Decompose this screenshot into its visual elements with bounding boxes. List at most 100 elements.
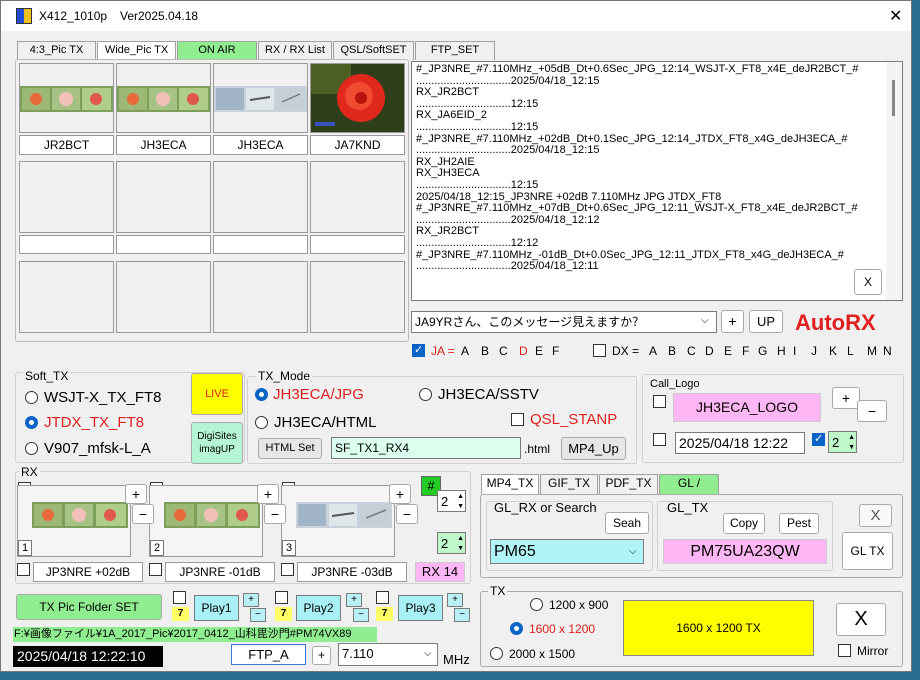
thumbnail-6[interactable] [116, 161, 211, 233]
call-logo-checkbox[interactable] [653, 395, 666, 408]
dx-filter-letter[interactable]: N [883, 344, 892, 358]
chevron-down-icon[interactable]: ⌵ [424, 648, 432, 659]
tab-4-3-pic-tx[interactable]: 4:3_Pic TX [17, 41, 96, 60]
gl-tx-field[interactable]: PM75UA23QW [663, 539, 827, 564]
rx-thumbnail-3[interactable]: 3 [281, 485, 395, 557]
thumbnail-1[interactable] [19, 63, 114, 133]
live-button[interactable]: LIVE [191, 373, 243, 415]
rx14-button[interactable]: RX 14 [415, 562, 465, 582]
tx-mode-html-radio[interactable] [255, 416, 268, 429]
tx-send-button[interactable]: 1600 x 1200 TX [623, 600, 814, 656]
dx-filter-letter[interactable]: G [758, 344, 767, 358]
gl-paste-button[interactable]: Pest [779, 513, 819, 534]
rx2-minus-button[interactable]: − [264, 504, 286, 524]
play2-minus-button[interactable]: − [353, 608, 369, 622]
thumbnail-11[interactable] [213, 261, 308, 333]
tx-mode-sstv-radio[interactable] [419, 388, 432, 401]
gl-clear-button[interactable]: X [859, 504, 892, 527]
chevron-down-icon[interactable]: ⌵ [701, 315, 709, 326]
play2-plus-button[interactable]: + [346, 593, 362, 607]
dx-filter-letter[interactable]: L [847, 344, 854, 358]
html-file-input[interactable]: SF_TX1_RX4 [331, 437, 521, 459]
close-icon[interactable]: ✕ [889, 6, 902, 26]
dx-filter-letter[interactable]: B [668, 344, 676, 358]
ja-filter-letter[interactable]: B [481, 344, 489, 358]
tab-mp4-tx[interactable]: MP4_TX [481, 474, 539, 494]
thumbnail-7[interactable] [213, 161, 308, 233]
ja-filter-letter[interactable]: A [461, 344, 469, 358]
play2-checkbox[interactable] [275, 591, 288, 604]
rx1-plus-button[interactable]: + [125, 484, 147, 504]
dx-filter-letter[interactable]: I [793, 344, 796, 358]
dx-filter-letter[interactable]: M [867, 344, 877, 358]
thumbnail-10[interactable] [116, 261, 211, 333]
tab-on-air[interactable]: ON AIR [177, 41, 257, 60]
log-clear-button[interactable]: X [854, 269, 882, 295]
frequency-select[interactable]: 7.110 [338, 643, 438, 666]
rx-spinner-1[interactable]: 2 ▲ ▼ [437, 490, 466, 512]
dx-filter-letter[interactable]: F [742, 344, 749, 358]
thumbnail-9[interactable] [19, 261, 114, 333]
spin-enable-checkbox[interactable] [812, 432, 825, 446]
rx-label-checkbox[interactable] [149, 563, 162, 576]
dx-filter-letter[interactable]: H [777, 344, 786, 358]
datetime-checkbox[interactable] [653, 433, 666, 446]
freq-plus-button[interactable]: + [312, 646, 331, 665]
gl-copy-button[interactable]: Copy [723, 513, 765, 534]
dx-filter-letter[interactable]: K [829, 344, 837, 358]
thumbnail-8[interactable] [310, 161, 405, 233]
call-logo-spinner[interactable]: 2 ▲ ▼ [828, 431, 857, 453]
tab-wide-pic-tx[interactable]: Wide_Pic TX [97, 41, 176, 60]
ja-filter-letter[interactable]: F [552, 344, 559, 358]
tx-size-radio[interactable] [510, 622, 523, 635]
tx-size-radio[interactable] [530, 598, 543, 611]
play3-checkbox[interactable] [376, 591, 389, 604]
tab-ftp-set[interactable]: FTP_SET [415, 41, 495, 60]
rx2-plus-button[interactable]: + [257, 484, 279, 504]
message-add-button[interactable]: + [721, 310, 744, 333]
message-up-button[interactable]: UP [749, 310, 783, 333]
tab-gif-tx[interactable]: GIF_TX [540, 474, 598, 494]
spin-up-icon[interactable]: ▲ [457, 534, 464, 543]
call-logo-plus-button[interactable]: + [832, 387, 860, 409]
soft-tx-radio[interactable] [25, 391, 38, 404]
spin-up-icon[interactable]: ▲ [457, 492, 464, 501]
thumbnail-5[interactable] [19, 161, 114, 233]
dx-filter-letter[interactable]: J [811, 344, 817, 358]
spin-down-icon[interactable]: ▼ [848, 443, 855, 452]
gl-search-button[interactable]: Seah [605, 512, 649, 534]
ftp-a-field[interactable]: FTP_A [231, 644, 306, 665]
tab-pdf-tx[interactable]: PDF_TX [599, 474, 658, 494]
qsl-stanp-checkbox[interactable] [511, 413, 524, 426]
scrollbar-thumb[interactable] [892, 80, 895, 116]
tx-pic-folder-set-button[interactable]: TX Pic Folder SET [16, 594, 162, 620]
rx-spinner-2[interactable]: 2 ▲ ▼ [437, 532, 466, 554]
ja-filter-letter[interactable]: D [519, 344, 528, 358]
datetime-field[interactable]: 2025/04/18 12:22 [675, 432, 805, 454]
thumbnail-4[interactable] [310, 63, 405, 133]
rx-thumbnail-1[interactable]: 1 [17, 485, 131, 557]
thumbnail-2[interactable] [116, 63, 211, 133]
digisites-imagup-button[interactable]: DigiSites imagUP [191, 422, 243, 464]
tab-rx-list[interactable]: RX / RX List [258, 41, 332, 60]
chevron-down-icon[interactable]: ⌵ [629, 546, 637, 557]
soft-tx-radio[interactable] [25, 442, 38, 455]
play3-plus-button[interactable]: + [447, 593, 463, 607]
rx-log-textarea[interactable]: #_JP3NRE_#7.110MHz_+05dB_Dt+0.6Sec_JPG_1… [411, 61, 903, 301]
call-logo-minus-button[interactable]: − [857, 400, 887, 422]
spin-down-icon[interactable]: ▼ [457, 502, 464, 511]
play3-minus-button[interactable]: − [454, 608, 470, 622]
spin-up-icon[interactable]: ▲ [848, 433, 855, 442]
tx-size-radio[interactable] [490, 647, 503, 660]
play1-minus-button[interactable]: − [250, 608, 266, 622]
ja-filter-letter[interactable]: E [535, 344, 543, 358]
play2-button[interactable]: Play2 [296, 595, 341, 621]
thumbnail-3[interactable] [213, 63, 308, 133]
rx3-minus-button[interactable]: − [396, 504, 418, 524]
rx-label-checkbox[interactable] [17, 563, 30, 576]
play1-plus-button[interactable]: + [243, 593, 259, 607]
gl-tx-button[interactable]: GL TX [842, 532, 893, 570]
play3-button[interactable]: Play3 [398, 595, 443, 621]
mirror-checkbox[interactable] [838, 644, 851, 657]
message-input[interactable]: JA9YRさん、このメッセージ見えますか？ [411, 311, 717, 333]
